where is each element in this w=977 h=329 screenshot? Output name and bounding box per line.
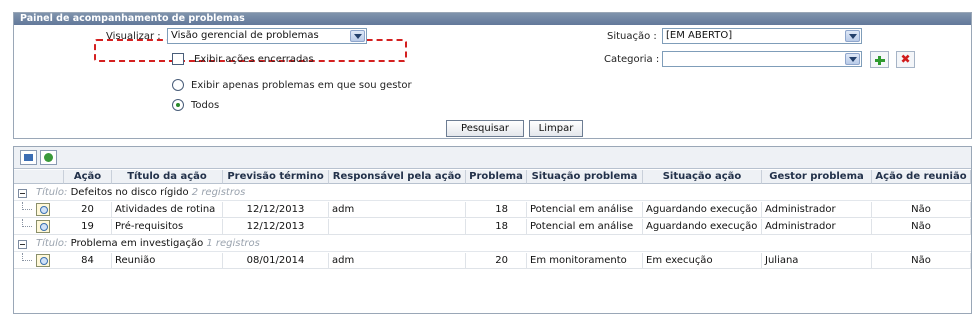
situacao-label: Situação : <box>607 31 657 42</box>
tree-line <box>22 253 32 261</box>
cell-acao: 84 <box>64 253 112 269</box>
tree-line <box>22 202 32 210</box>
clear-category-button[interactable]: ✖ <box>896 51 915 68</box>
view-action-icon[interactable] <box>36 203 50 216</box>
pesquisar-button[interactable]: Pesquisar <box>446 120 524 137</box>
cell-situacao-acao: Em execução <box>643 253 762 269</box>
panel-title: Painel de acompanhamento de problemas <box>14 13 971 25</box>
exibir-acoes-checkbox[interactable] <box>172 53 184 65</box>
cell-situacao-problema: Em monitoramento <box>527 253 643 269</box>
col-header-situacao-acao[interactable]: Situação ação <box>643 170 762 184</box>
exibir-acoes-label: Exibir ações encerradas <box>194 54 314 65</box>
cell-situacao-problema: Potencial em análise <box>527 219 643 235</box>
visualizar-select[interactable]: Visão gerencial de problemas <box>167 28 367 44</box>
col-header-blank <box>14 170 64 184</box>
group-header[interactable]: Título: Defeitos no disco rígido 2 regis… <box>14 185 971 201</box>
export-icon[interactable] <box>20 150 37 165</box>
table-row[interactable]: 19 Pré-requisitos 12/12/2013 18 Potencia… <box>14 219 971 235</box>
limpar-button[interactable]: Limpar <box>529 120 583 137</box>
cell-titulo: Atividades de rotina <box>112 202 223 218</box>
table-row[interactable]: 84 Reunião 08/01/2014 adm 20 Em monitora… <box>14 253 971 269</box>
cell-problema: 18 <box>466 219 527 235</box>
cell-reuniao: Não <box>872 219 971 235</box>
col-header-problema[interactable]: Problema <box>466 170 527 184</box>
cell-reuniao: Não <box>872 202 971 218</box>
actions-grid: Ação Título da ação Previsão término Res… <box>13 146 972 314</box>
col-header-situacao-problema[interactable]: Situação problema <box>527 170 643 184</box>
group-prefix: Título: <box>36 187 68 198</box>
chevron-down-icon <box>845 30 860 42</box>
cell-titulo: Reunião <box>112 253 223 269</box>
collapse-icon[interactable] <box>18 240 27 249</box>
tree-line <box>22 219 32 227</box>
cell-problema: 18 <box>466 202 527 218</box>
visualizar-value: Visão gerencial de problemas <box>171 30 319 41</box>
filter-panel: Painel de acompanhamento de problemas Vi… <box>13 12 972 139</box>
group-title: Defeitos no disco rígido <box>70 187 189 198</box>
cell-previsao: 12/12/2013 <box>223 202 329 218</box>
group-header[interactable]: Título: Problema em investigação 1 regis… <box>14 236 971 252</box>
col-header-gestor[interactable]: Gestor problema <box>762 170 872 184</box>
cell-situacao-acao: Aguardando execução <box>643 219 762 235</box>
cell-responsavel: adm <box>329 202 466 218</box>
group-prefix: Título: <box>36 238 68 249</box>
group-count: 1 registros <box>206 238 260 249</box>
cell-situacao-acao: Aguardando execução <box>643 202 762 218</box>
cell-gestor: Juliana <box>762 253 872 269</box>
cell-reuniao: Não <box>872 253 971 269</box>
chevron-down-icon <box>845 53 860 65</box>
cell-problema: 20 <box>466 253 527 269</box>
cell-gestor: Administrador <box>762 219 872 235</box>
visualizar-label: Visualizar : <box>106 31 161 42</box>
cell-previsao: 12/12/2013 <box>223 219 329 235</box>
cell-gestor: Administrador <box>762 202 872 218</box>
cell-responsavel <box>329 219 466 235</box>
radio-todos-label: Todos <box>191 100 220 111</box>
col-header-titulo[interactable]: Título da ação <box>112 170 223 184</box>
radio-todos[interactable] <box>172 99 184 111</box>
view-action-icon[interactable] <box>36 254 50 267</box>
col-header-acao[interactable]: Ação <box>64 170 112 184</box>
radio-gestor[interactable] <box>172 79 184 91</box>
collapse-icon[interactable] <box>18 189 27 198</box>
col-header-previsao[interactable]: Previsão término <box>223 170 329 184</box>
col-header-responsavel[interactable]: Responsável pela ação <box>329 170 466 184</box>
table-row[interactable]: 20 Atividades de rotina 12/12/2013 adm 1… <box>14 202 971 218</box>
add-category-button[interactable] <box>870 51 889 68</box>
categoria-select[interactable] <box>662 51 862 67</box>
chevron-down-icon <box>350 30 365 42</box>
cell-previsao: 08/01/2014 <box>223 253 329 269</box>
group-count: 2 registros <box>191 187 246 198</box>
refresh-icon[interactable] <box>40 150 57 165</box>
cell-situacao-problema: Potencial em análise <box>527 202 643 218</box>
cell-acao: 20 <box>64 202 112 218</box>
situacao-value: [EM ABERTO] <box>666 30 733 41</box>
group-title: Problema em investigação <box>70 238 204 249</box>
cell-responsavel: adm <box>329 253 466 269</box>
grid-toolbar <box>14 147 971 169</box>
radio-gestor-label: Exibir apenas problemas em que sou gesto… <box>191 80 412 91</box>
cell-acao: 19 <box>64 219 112 235</box>
col-header-reuniao[interactable]: Ação de reunião <box>872 170 971 184</box>
categoria-label: Categoria : <box>604 54 660 65</box>
view-action-icon[interactable] <box>36 220 50 233</box>
situacao-select[interactable]: [EM ABERTO] <box>662 28 862 44</box>
cell-titulo: Pré-requisitos <box>112 219 223 235</box>
